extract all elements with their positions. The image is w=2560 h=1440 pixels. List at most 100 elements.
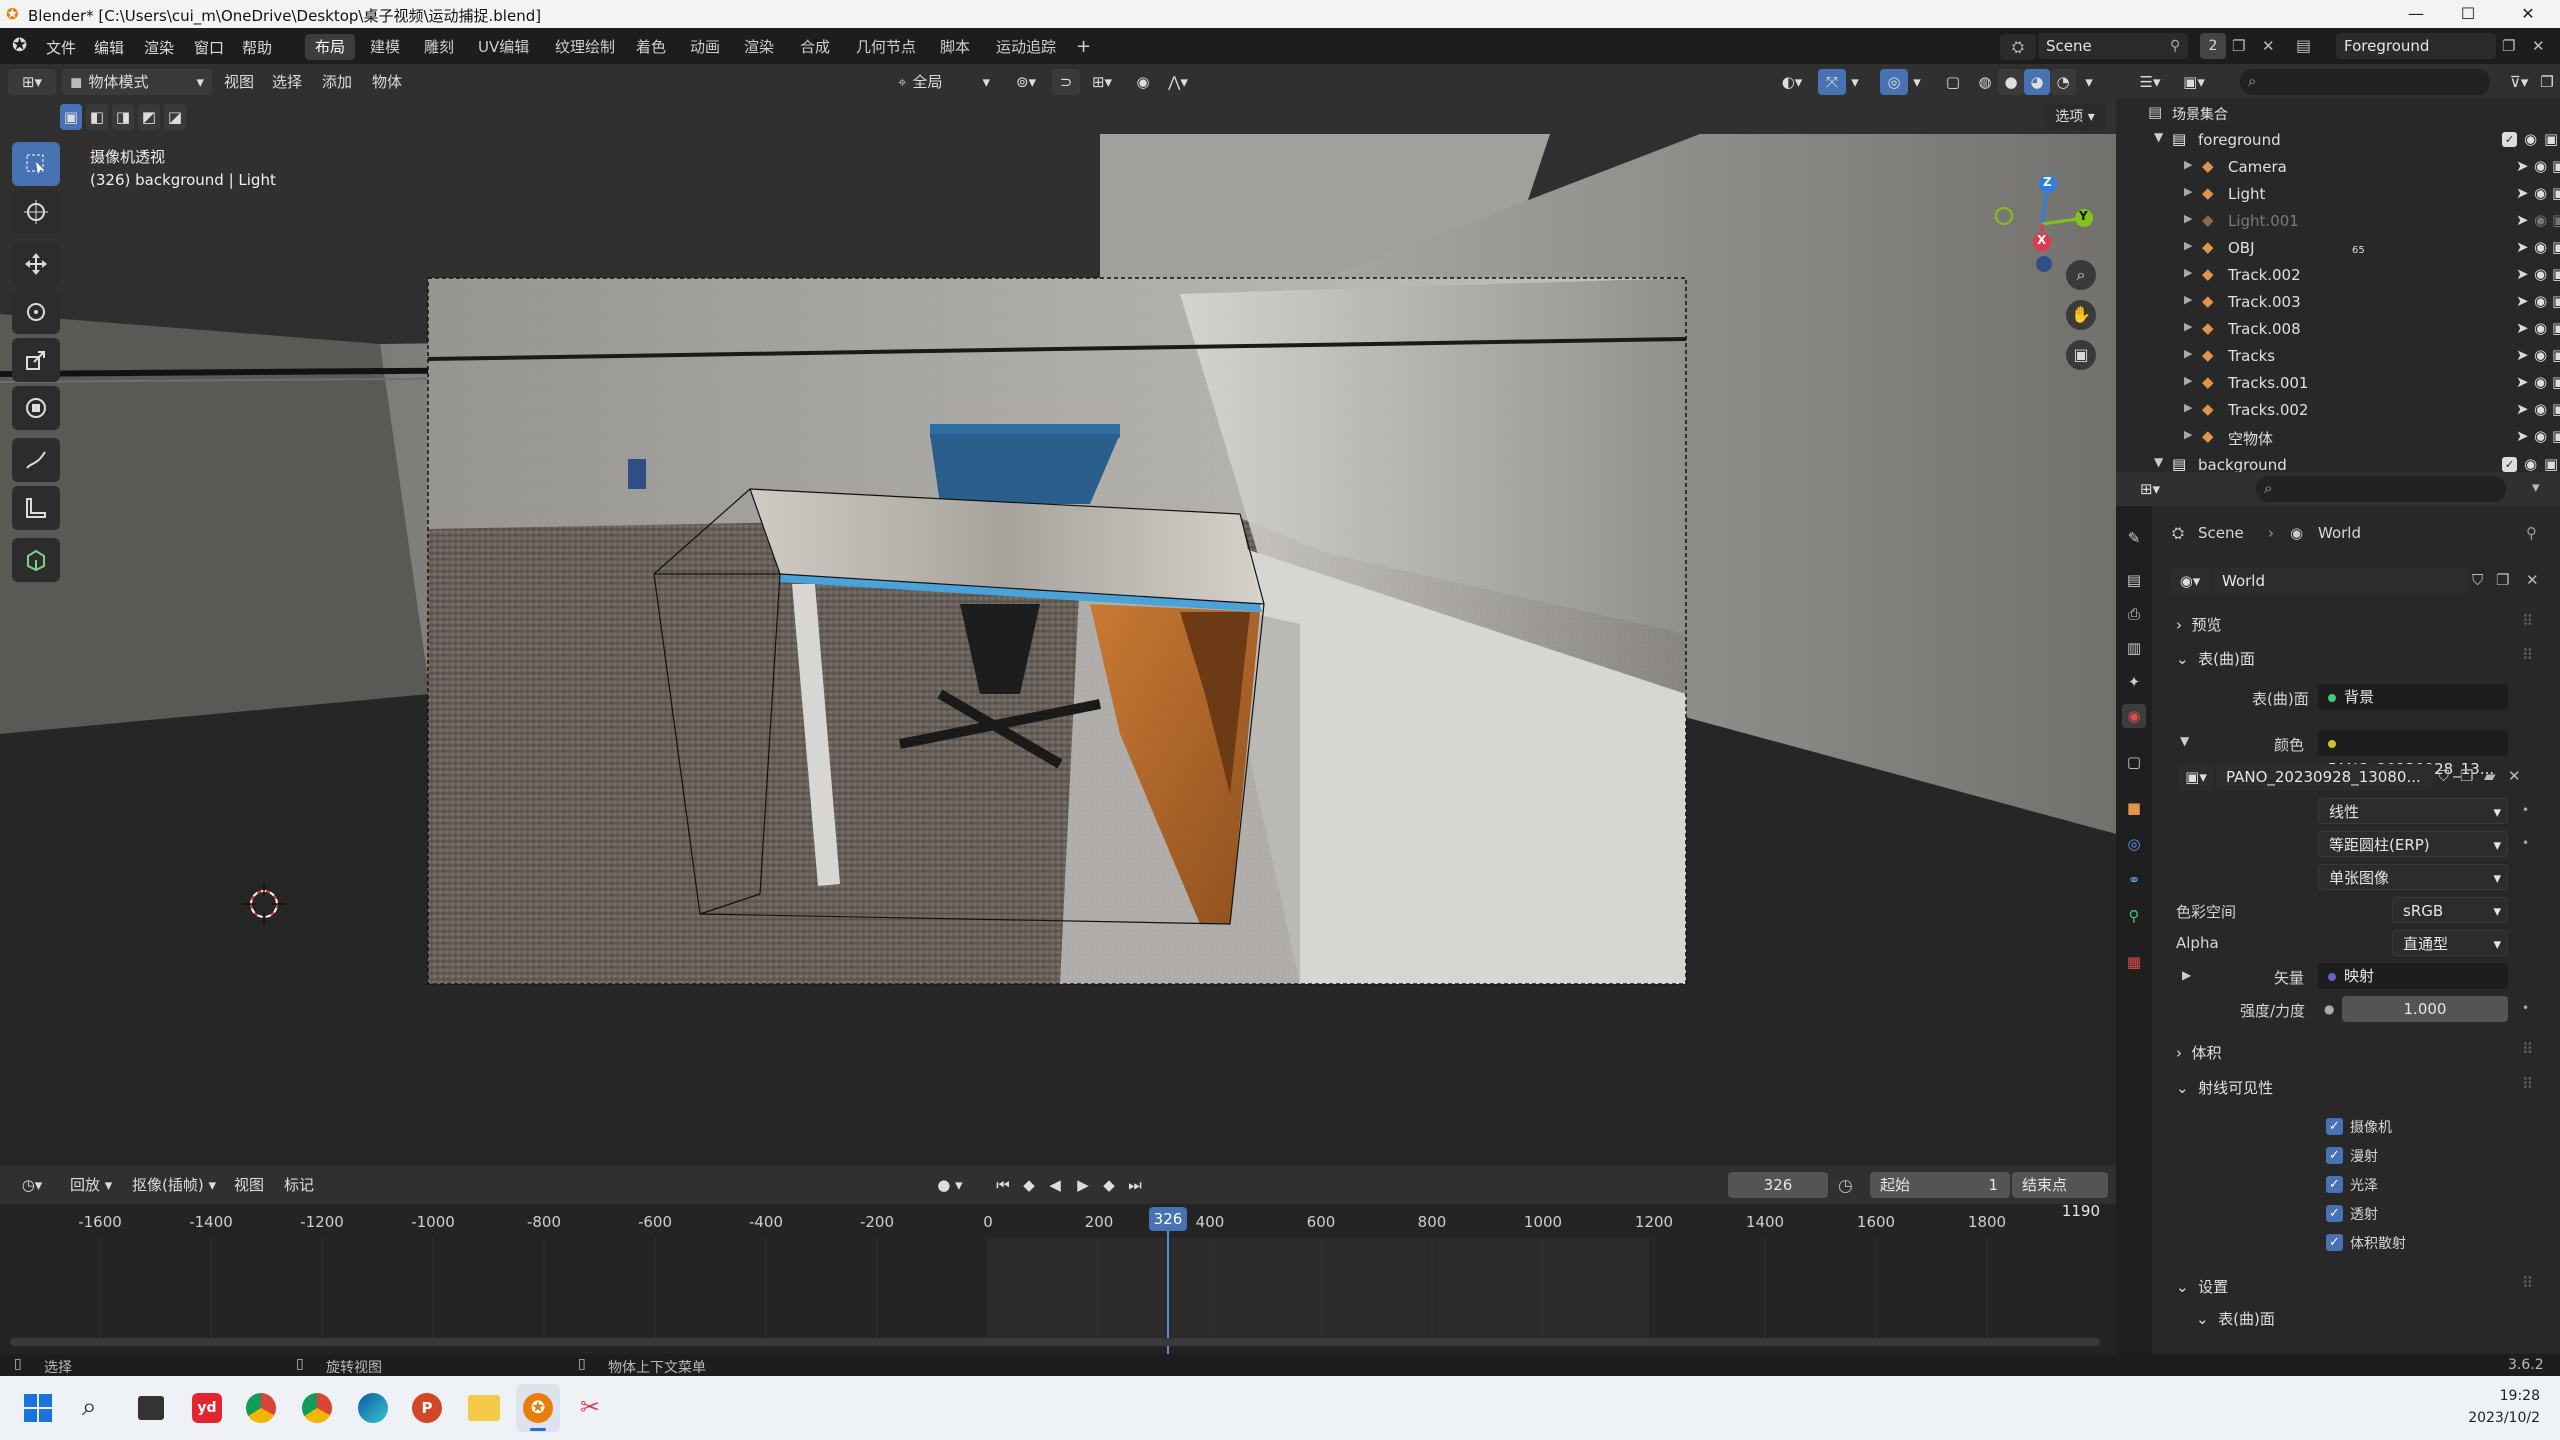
- physics-tab-icon[interactable]: ◎: [2122, 832, 2146, 856]
- select-box-tool-icon[interactable]: [12, 142, 60, 186]
- outliner-collection-foreground[interactable]: ▼ ▤ foreground ✓ ◉ ▣: [2116, 127, 2560, 154]
- frame-end-field[interactable]: 结束点 1190: [2012, 1172, 2108, 1220]
- new-view-layer-icon[interactable]: ❐: [2502, 37, 2515, 55]
- 3d-viewport[interactable]: 摄像机透视 (326) background | Light Z Y X ⌕ ✋…: [0, 134, 2116, 1166]
- play-reverse-icon[interactable]: ◀: [1044, 1172, 1066, 1198]
- pin-icon[interactable]: ⚲: [2170, 38, 2180, 54]
- outliner-item[interactable]: ▶ ◆ Tracks.002 ➤ ◉ ▣: [2116, 397, 2560, 424]
- measure-tool-icon[interactable]: [12, 486, 60, 530]
- render-camera-icon[interactable]: ▣: [2552, 292, 2560, 310]
- auto-keying-icon[interactable]: ● ▾: [930, 1172, 970, 1198]
- select-subtract-icon[interactable]: ◨: [112, 104, 134, 130]
- visibility-eye-icon[interactable]: ◉: [2534, 373, 2547, 391]
- expand-arrow-icon[interactable]: ▶: [2184, 266, 2192, 279]
- blender-menu-icon[interactable]: ✪: [12, 35, 27, 56]
- tab-uv-editing[interactable]: UV编辑: [468, 34, 539, 60]
- subsection-surface[interactable]: ⌄ 表(曲)面: [2196, 1308, 2275, 1329]
- expand-arrow-icon[interactable]: ▶: [2184, 158, 2192, 171]
- ray-diffuse-checkbox[interactable]: ✓: [2326, 1147, 2343, 1164]
- drag-handle-icon[interactable]: ⠿: [2522, 1040, 2533, 1058]
- world-tab-icon[interactable]: ◉: [2122, 704, 2146, 728]
- open-image-folder-icon[interactable]: ▰: [2484, 767, 2496, 785]
- render-tab-icon[interactable]: ▤: [2122, 568, 2146, 592]
- delete-scene-icon[interactable]: ✕: [2262, 37, 2275, 55]
- view-layer-icon[interactable]: ▤: [2296, 36, 2311, 55]
- chevron-down-icon[interactable]: ▾: [2078, 69, 2100, 95]
- visibility-eye-icon[interactable]: ◉: [2534, 211, 2547, 229]
- menu-playback[interactable]: 回放 ▾: [70, 1172, 112, 1198]
- jump-end-icon[interactable]: ⏭: [1124, 1172, 1146, 1198]
- expand-arrow-icon[interactable]: ▶: [2184, 401, 2192, 414]
- tab-animation[interactable]: 动画: [680, 34, 730, 60]
- render-camera-icon[interactable]: ▣: [2544, 130, 2558, 148]
- tab-shading[interactable]: 着色: [626, 34, 676, 60]
- snipping-tool-app-icon[interactable]: ✂: [580, 1393, 600, 1421]
- menu-marker[interactable]: 标记: [284, 1172, 314, 1198]
- chevron-down-icon[interactable]: ▾: [2532, 478, 2540, 496]
- colorspace-dropdown[interactable]: sRGB ▾: [2392, 897, 2508, 923]
- wireframe-shading-icon[interactable]: ◍: [1972, 69, 1998, 95]
- select-intersect-icon[interactable]: ◪: [164, 104, 186, 130]
- outliner-item[interactable]: ▶ ◆ Tracks.001 ➤ ◉ ▣: [2116, 370, 2560, 397]
- visibility-eye-icon[interactable]: ◉: [2534, 400, 2547, 418]
- delete-view-layer-icon[interactable]: ✕: [2532, 37, 2545, 55]
- menu-edit[interactable]: 编辑: [94, 37, 124, 58]
- view-layer-tab-icon[interactable]: ▥: [2122, 636, 2146, 660]
- rotate-tool-icon[interactable]: [12, 290, 60, 334]
- zoom-icon[interactable]: ⌕: [2066, 260, 2096, 290]
- search-icon[interactable]: ⌕: [82, 1392, 97, 1423]
- add-workspace-button[interactable]: +: [1066, 34, 1101, 60]
- ray-glossy-checkbox[interactable]: ✓: [2326, 1176, 2343, 1193]
- falloff-icon[interactable]: ⋀▾: [1160, 69, 1196, 95]
- expand-arrow-icon[interactable]: ▶: [2184, 293, 2192, 306]
- select-arrow-icon[interactable]: ➤: [2516, 346, 2529, 364]
- select-arrow-icon[interactable]: ➤: [2516, 373, 2529, 391]
- outliner-item[interactable]: ▶ ◆ Light ➤ ◉ ▣: [2116, 181, 2560, 208]
- render-camera-icon[interactable]: ▣: [2552, 400, 2560, 418]
- outliner-item[interactable]: ▶ ◆ Track.003 ➤ ◉ ▣: [2116, 289, 2560, 316]
- visibility-eye-icon[interactable]: ◉: [2534, 157, 2547, 175]
- world-name-field[interactable]: World: [2212, 568, 2468, 594]
- tab-rendering[interactable]: 渲染: [734, 34, 784, 60]
- properties-search-input[interactable]: ⌕: [2256, 476, 2506, 502]
- visibility-icon[interactable]: ◐▾: [1772, 69, 1812, 95]
- collection-tab-icon[interactable]: ▢: [2122, 750, 2146, 774]
- data-tab-icon[interactable]: ⚲: [2122, 904, 2146, 928]
- maximize-button[interactable]: ☐: [2440, 0, 2496, 28]
- render-camera-icon[interactable]: ▣: [2552, 184, 2560, 202]
- menu-keying[interactable]: 抠像(插帧) ▾: [132, 1172, 216, 1198]
- next-keyframe-icon[interactable]: ◆: [1098, 1172, 1120, 1198]
- tab-geometry-nodes[interactable]: 几何节点: [846, 34, 926, 60]
- source-dropdown[interactable]: 单张图像 ▾: [2318, 864, 2508, 890]
- keyframe-dot-icon[interactable]: •: [2522, 836, 2529, 850]
- new-collection-icon[interactable]: ❐: [2536, 69, 2558, 95]
- transform-tool-icon[interactable]: [12, 386, 60, 430]
- tab-compositing[interactable]: 合成: [790, 34, 840, 60]
- taskbar-active-app[interactable]: ✪: [516, 1384, 560, 1432]
- outliner-item[interactable]: ▶ ◆ OBJ 65 ➤ ◉ ▣: [2116, 235, 2560, 262]
- transform-orientation-dropdown[interactable]: ⌖ 全局 ▾: [892, 69, 996, 95]
- jump-start-icon[interactable]: ⏮: [992, 1172, 1014, 1198]
- breadcrumb-scene[interactable]: Scene: [2198, 524, 2244, 542]
- menu-help[interactable]: 帮助: [242, 37, 272, 58]
- pan-hand-icon[interactable]: ✋: [2066, 300, 2096, 330]
- outliner-scene-collection[interactable]: ▤ 场景集合: [2116, 100, 2560, 127]
- mode-dropdown[interactable]: ◼ 物体模式 ▾: [62, 69, 212, 95]
- tab-motion-tracking[interactable]: 运动追踪: [986, 34, 1066, 60]
- collection-exclude-checkbox[interactable]: ✓: [2502, 457, 2517, 472]
- expand-arrow-icon[interactable]: ▼: [2154, 130, 2163, 144]
- pin-icon[interactable]: ⚲: [2526, 524, 2537, 542]
- gizmo-toggle-icon[interactable]: ⤧: [1818, 69, 1846, 95]
- powerpoint-app-icon[interactable]: P: [412, 1393, 442, 1423]
- move-tool-icon[interactable]: [12, 242, 60, 286]
- prev-keyframe-icon[interactable]: ◆: [1018, 1172, 1040, 1198]
- select-arrow-icon[interactable]: ➤: [2516, 292, 2529, 310]
- menu-render[interactable]: 渲染: [144, 37, 174, 58]
- scene-name-field[interactable]: Scene: [2038, 33, 2188, 59]
- ray-camera-checkbox[interactable]: ✓: [2326, 1118, 2343, 1135]
- menu-window[interactable]: 窗口: [194, 37, 224, 58]
- close-button[interactable]: ✕: [2500, 0, 2556, 28]
- interpolation-dropdown[interactable]: 线性 ▾: [2318, 798, 2508, 824]
- render-camera-icon[interactable]: ▣: [2552, 265, 2560, 283]
- strength-field[interactable]: 1.000: [2342, 996, 2508, 1022]
